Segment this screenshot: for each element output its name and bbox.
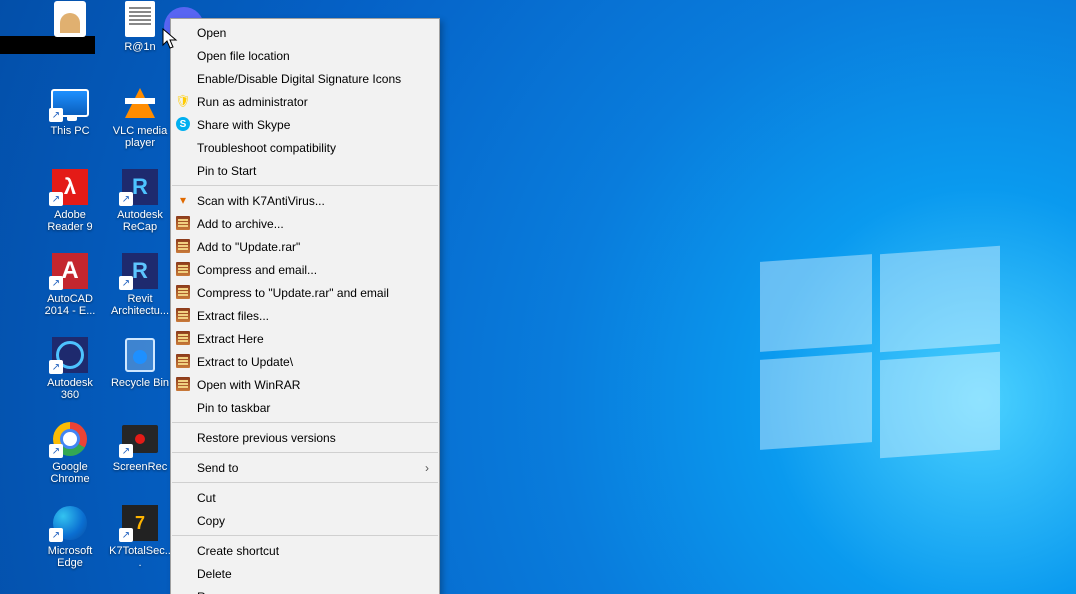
icon-label: Microsoft Edge	[40, 545, 100, 569]
chevron-right-icon: ›	[425, 461, 429, 475]
icon-label: Adobe Reader 9	[40, 209, 100, 233]
ctx-add-update-rar[interactable]: Add to "Update.rar"	[171, 235, 439, 258]
ctx-open[interactable]: Open	[171, 21, 439, 44]
desktop-icon-vlc[interactable]: VLC media player	[110, 84, 170, 164]
ctx-add-archive[interactable]: Add to archive...	[171, 212, 439, 235]
icon-label: K7TotalSec...	[108, 545, 172, 569]
desktop-icon-user[interactable]	[40, 0, 100, 80]
desktop-icon-autodesk360[interactable]: ↗ Autodesk 360	[40, 336, 100, 416]
desktop-icon-thispc[interactable]: ↗ This PC	[40, 84, 100, 164]
person-icon	[54, 1, 86, 37]
icon-label: This PC	[50, 125, 89, 137]
icon-label: R@1n	[124, 41, 155, 53]
winrar-icon	[175, 215, 191, 231]
icon-label: ScreenRec	[113, 461, 167, 473]
winrar-icon	[175, 238, 191, 254]
textfile-icon	[125, 1, 155, 37]
ctx-compress-email[interactable]: Compress and email...	[171, 258, 439, 281]
desktop-icon-autocad[interactable]: ↗ AutoCAD 2014 - E...	[40, 252, 100, 332]
winrar-icon	[175, 261, 191, 277]
desktop-icon-revit[interactable]: ↗ Revit Architectu...	[110, 252, 170, 332]
ctx-cut[interactable]: Cut	[171, 486, 439, 509]
shortcut-arrow-icon: ↗	[119, 528, 133, 542]
ctx-create-shortcut[interactable]: Create shortcut	[171, 539, 439, 562]
shortcut-arrow-icon: ↗	[49, 192, 63, 206]
desktop-icon-recyclebin[interactable]: Recycle Bin	[110, 336, 170, 416]
desktop-icon-k7[interactable]: 7↗ K7TotalSec...	[110, 504, 170, 584]
desktop-icon-recap[interactable]: ↗ Autodesk ReCap	[110, 168, 170, 248]
desktop-background[interactable]: R@1n ↗ This PC VLC media player λ↗ Adobe…	[0, 0, 1076, 594]
separator	[172, 452, 438, 453]
separator	[172, 535, 438, 536]
icon-label: Google Chrome	[40, 461, 100, 485]
desktop-icons-area: R@1n ↗ This PC VLC media player λ↗ Adobe…	[40, 0, 180, 594]
ctx-open-file-location[interactable]: Open file location	[171, 44, 439, 67]
winrar-icon	[175, 307, 191, 323]
ctx-run-as-administrator[interactable]: 🛡Run as administrator	[171, 90, 439, 113]
ctx-delete[interactable]: Delete	[171, 562, 439, 585]
ctx-pin-taskbar[interactable]: Pin to taskbar	[171, 396, 439, 419]
shield-icon: 🛡	[175, 93, 191, 109]
separator	[172, 482, 438, 483]
winrar-icon	[175, 353, 191, 369]
icon-label: Revit Architectu...	[110, 293, 170, 317]
ctx-copy[interactable]: Copy	[171, 509, 439, 532]
desktop-icon-edge[interactable]: ↗ Microsoft Edge	[40, 504, 100, 584]
ctx-share-skype[interactable]: SShare with Skype	[171, 113, 439, 136]
winrar-icon	[175, 330, 191, 346]
ctx-troubleshoot[interactable]: Troubleshoot compatibility	[171, 136, 439, 159]
shortcut-arrow-icon: ↗	[49, 108, 63, 122]
shortcut-arrow-icon: ↗	[49, 528, 63, 542]
ctx-send-to[interactable]: Send to›	[171, 456, 439, 479]
ctx-extract-here[interactable]: Extract Here	[171, 327, 439, 350]
separator	[172, 422, 438, 423]
shortcut-arrow-icon: ↗	[49, 444, 63, 458]
winrar-icon	[175, 284, 191, 300]
ctx-digital-signature[interactable]: Enable/Disable Digital Signature Icons	[171, 67, 439, 90]
shortcut-arrow-icon: ↗	[49, 360, 63, 374]
ctx-compress-rar-email[interactable]: Compress to "Update.rar" and email	[171, 281, 439, 304]
traffic-cone-icon	[125, 88, 155, 118]
shortcut-arrow-icon: ↗	[119, 192, 133, 206]
icon-label: Autodesk ReCap	[110, 209, 170, 233]
recycle-bin-icon	[125, 338, 155, 372]
winrar-icon	[175, 376, 191, 392]
cursor-icon	[162, 28, 178, 50]
ctx-rename[interactable]: Rename	[171, 585, 439, 594]
desktop-icon-chrome[interactable]: ↗ Google Chrome	[40, 420, 100, 500]
separator	[172, 185, 438, 186]
icon-label: Recycle Bin	[111, 377, 169, 389]
ctx-extract-files[interactable]: Extract files...	[171, 304, 439, 327]
icon-label: AutoCAD 2014 - E...	[40, 293, 100, 317]
desktop-icon-adobe[interactable]: λ↗ Adobe Reader 9	[40, 168, 100, 248]
ctx-open-winrar[interactable]: Open with WinRAR	[171, 373, 439, 396]
icon-label: Autodesk 360	[40, 377, 100, 401]
desktop-icon-screenrec[interactable]: ↗ ScreenRec	[110, 420, 170, 500]
ctx-restore-versions[interactable]: Restore previous versions	[171, 426, 439, 449]
ctx-scan-k7[interactable]: ▾Scan with K7AntiVirus...	[171, 189, 439, 212]
shortcut-arrow-icon: ↗	[119, 444, 133, 458]
windows-logo	[760, 250, 1000, 450]
shortcut-arrow-icon: ↗	[119, 276, 133, 290]
icon-label: VLC media player	[110, 125, 170, 149]
ctx-extract-to[interactable]: Extract to Update\	[171, 350, 439, 373]
context-menu: Open Open file location Enable/Disable D…	[170, 18, 440, 594]
shortcut-arrow-icon: ↗	[49, 276, 63, 290]
ctx-pin-start[interactable]: Pin to Start	[171, 159, 439, 182]
skype-icon: S	[175, 116, 191, 132]
k7-scan-icon: ▾	[175, 192, 191, 208]
